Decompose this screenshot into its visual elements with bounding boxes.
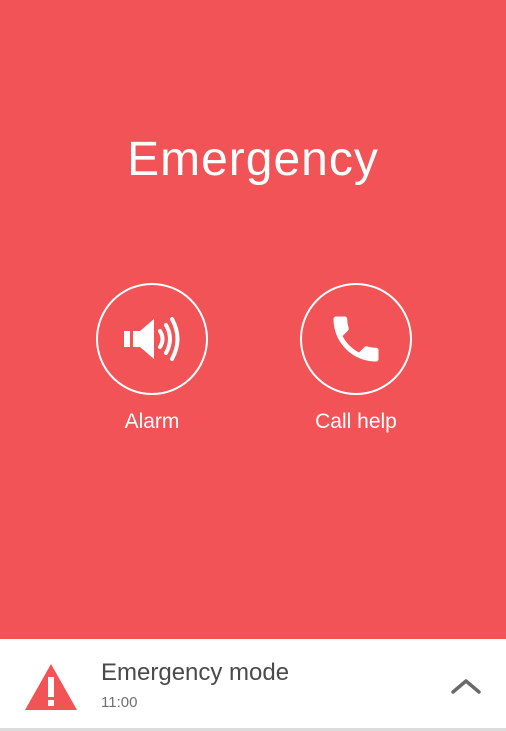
alarm-action: Alarm (72, 283, 232, 435)
chevron-up-icon[interactable] (449, 676, 483, 696)
emergency-screen: Emergency Alarm Call help Emergency mode… (0, 0, 506, 731)
warning-icon (25, 664, 77, 710)
page-title: Emergency (127, 133, 379, 186)
alarm-button[interactable] (96, 283, 208, 395)
phone-icon (333, 316, 379, 362)
alarm-label: Alarm (124, 410, 180, 433)
notification-title: Emergency mode (101, 659, 290, 686)
emergency-notification[interactable]: Emergency mode 11:00 (0, 639, 506, 731)
call-help-button[interactable] (300, 283, 412, 395)
call-help-action: Call help (276, 283, 436, 435)
notification-time: 11:00 (101, 694, 138, 711)
call-help-label: Call help (315, 410, 397, 433)
speaker-volume-icon (124, 317, 180, 361)
